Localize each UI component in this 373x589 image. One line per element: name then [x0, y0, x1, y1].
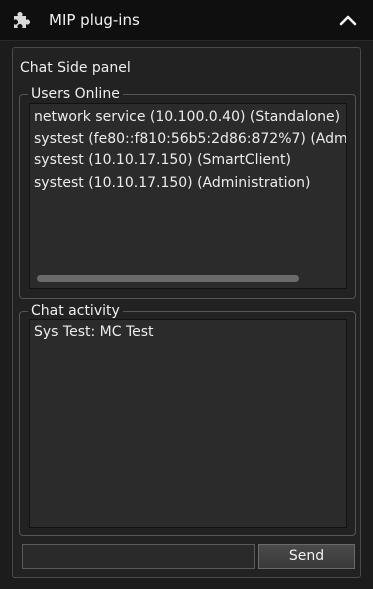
list-item[interactable]: systest (fe80::f810:56b5:2d86:872%7) (Ad… [34, 129, 346, 149]
header-title: MIP plug-ins [49, 11, 140, 29]
users-online-label: Users Online [28, 86, 123, 102]
puzzle-icon [14, 12, 30, 28]
list-item[interactable]: network service (10.100.0.40) (Standalon… [34, 107, 340, 127]
panel-title: Chat Side panel [20, 60, 131, 76]
users-online-list[interactable]: network service (10.100.0.40) (Standalon… [29, 103, 347, 289]
list-item[interactable]: systest (10.10.17.150) (Administration) [34, 173, 310, 193]
send-button[interactable]: Send [258, 544, 355, 569]
chat-message: Sys Test: MC Test [34, 324, 154, 340]
chat-activity-log[interactable]: Sys Test: MC Test [29, 319, 347, 528]
scrollbar-thumb[interactable] [37, 275, 299, 282]
message-input[interactable] [22, 544, 255, 569]
mip-plugins-window: MIP plug-ins Chat Side panel Users Onlin… [0, 0, 373, 589]
chat-activity-label: Chat activity [28, 303, 123, 319]
horizontal-scrollbar[interactable] [36, 273, 342, 283]
header-bar[interactable]: MIP plug-ins [0, 0, 373, 41]
chevron-up-icon[interactable] [339, 12, 357, 28]
list-item[interactable]: systest (10.10.17.150) (SmartClient) [34, 150, 291, 170]
